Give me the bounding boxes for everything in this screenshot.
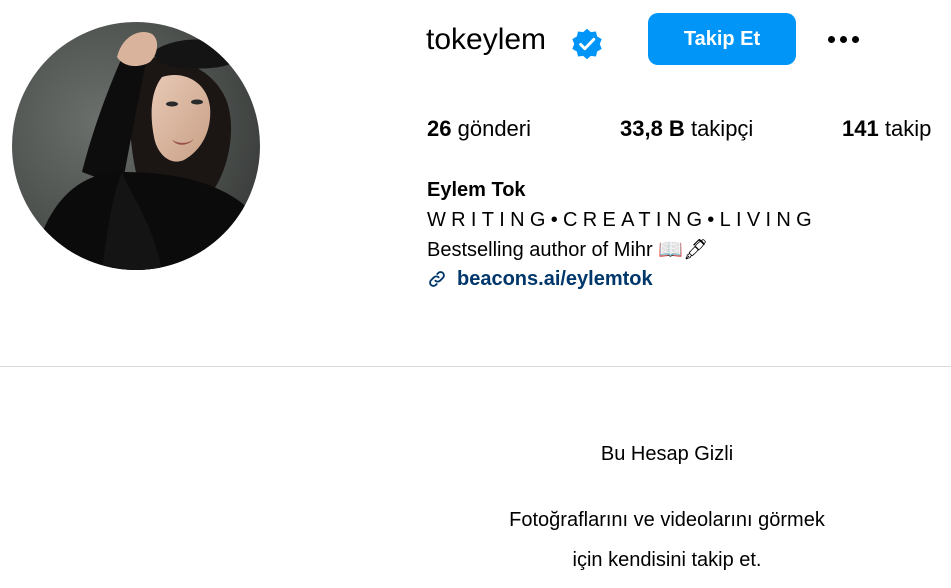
followers-count-label: takipçi — [690, 116, 754, 141]
section-divider — [0, 366, 951, 367]
profile-link-text[interactable]: beacons.ai/eylemtok — [457, 265, 653, 293]
link-icon — [429, 271, 445, 287]
followers-count-value: 33,8 B — [620, 116, 685, 141]
posts-count-label: gönderi — [457, 116, 531, 141]
bio-line-tagline: WRITING•CREATING•LIVING — [427, 209, 817, 231]
posts-count-value: 26 — [427, 116, 452, 141]
follow-button[interactable]: Takip Et — [648, 13, 796, 65]
more-options-icon[interactable] — [822, 22, 864, 56]
profile-full-name: Eylem Tok — [427, 179, 526, 201]
private-account-description: Fotoğraflarını ve videolarını görmek içi… — [467, 500, 867, 580]
bio-line-description: Bestselling author of Mihr 📖🖋 — [427, 239, 709, 261]
following-count-value: 141 — [842, 116, 879, 141]
more-dot — [851, 35, 859, 43]
following-count-label: takip — [884, 116, 932, 141]
profile-avatar[interactable] — [12, 22, 260, 270]
profile-link[interactable]: beacons.ai/eylemtok — [427, 265, 653, 293]
more-dot — [827, 35, 835, 43]
more-dot — [839, 35, 847, 43]
profile-username: tokeylem — [426, 23, 547, 56]
following-count[interactable]: 141 takip — [842, 114, 931, 144]
profile-page: tokeylem Takip Et 26 gönderi 33,8 B taki… — [0, 0, 951, 588]
followers-count[interactable]: 33,8 B takipçi — [620, 114, 753, 144]
private-description-line: Fotoğraflarını ve videolarını görmek — [509, 509, 825, 531]
verified-badge-icon — [572, 28, 602, 60]
private-account-title: Bu Hesap Gizli — [600, 443, 734, 465]
posts-count: 26 gönderi — [427, 114, 531, 144]
avatar-photo — [12, 22, 260, 270]
private-description-line: için kendisini takip et. — [572, 549, 762, 571]
